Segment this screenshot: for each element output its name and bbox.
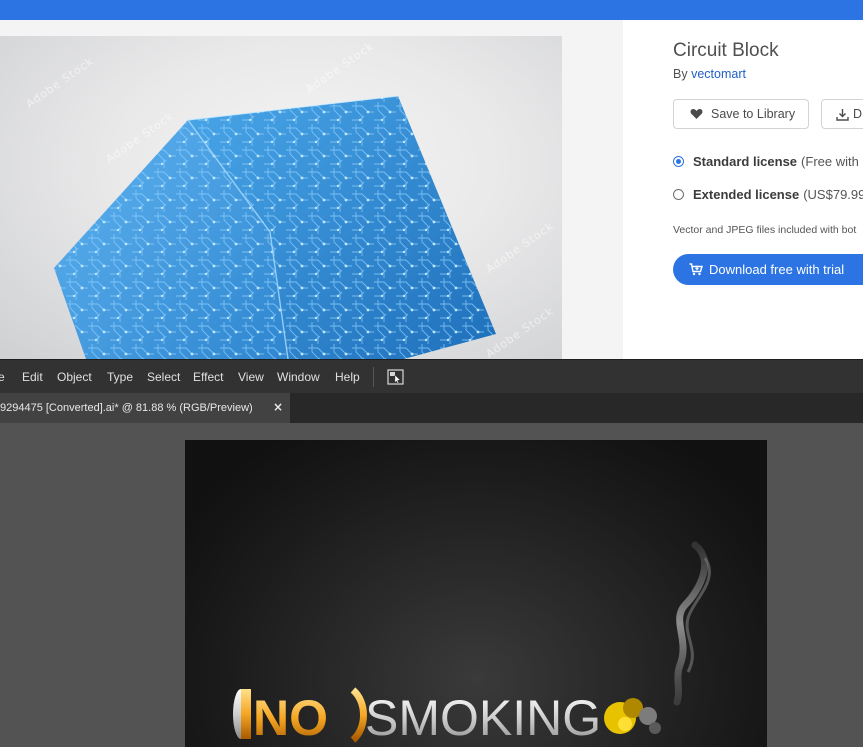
extended-license-price: (US$79.99) xyxy=(803,187,863,202)
extended-license-label: Extended license xyxy=(693,187,800,202)
download-free-trial-label: Download free with trial xyxy=(709,262,845,277)
heart-icon xyxy=(690,108,703,120)
canvas-area[interactable]: NO SMOKING xyxy=(0,423,863,747)
author-link[interactable]: vectomart xyxy=(691,67,746,81)
stock-asset-page: Adobe Stock Adobe Stock Adobe Stock Adob… xyxy=(0,20,863,359)
extended-license-radio[interactable] xyxy=(673,189,684,200)
standard-license-label: Standard license xyxy=(693,154,798,169)
download-icon xyxy=(836,108,849,121)
circuit-cube-illustration xyxy=(54,95,496,359)
menu-type[interactable]: Type xyxy=(107,370,133,384)
document-tab[interactable]: 9294475 [Converted].ai* @ 81.88 % (RGB/P… xyxy=(0,393,290,423)
menu-view[interactable]: View xyxy=(238,370,264,384)
illustrator-window: e Edit Object Type Select Effect View Wi… xyxy=(0,359,863,747)
document-tab-bar: 9294475 [Converted].ai* @ 81.88 % (RGB/P… xyxy=(0,393,863,423)
menu-object[interactable]: Object xyxy=(57,370,92,384)
top-nav-bar xyxy=(0,0,863,20)
close-tab-icon[interactable]: × xyxy=(273,400,283,414)
no-smoking-artwork: NO SMOKING xyxy=(233,541,711,746)
menu-file[interactable]: e xyxy=(0,370,5,384)
standard-license-radio[interactable] xyxy=(673,156,684,167)
save-to-library-label: Save to Library xyxy=(711,107,796,121)
artboard[interactable]: NO SMOKING xyxy=(185,440,767,747)
files-included-note: Vector and JPEG files included with bot xyxy=(673,224,857,236)
arrange-documents-icon[interactable] xyxy=(387,369,404,385)
download-free-trial-button[interactable]: Download free with trial xyxy=(673,254,863,285)
menu-bar: e Edit Object Type Select Effect View Wi… xyxy=(0,359,863,393)
menu-window[interactable]: Window xyxy=(277,370,320,384)
extended-license-option[interactable]: Extended license (US$79.99) xyxy=(673,187,863,202)
document-tab-title: 9294475 [Converted].ai* @ 81.88 % (RGB/P… xyxy=(0,402,253,414)
author-byline: By vectomart xyxy=(673,67,746,81)
cart-icon xyxy=(689,263,703,276)
download-preview-button[interactable]: D xyxy=(821,99,863,129)
artwork-no-text: NO xyxy=(253,690,328,746)
artwork-smoking-text: SMOKING xyxy=(365,690,601,746)
asset-preview-image[interactable]: Adobe Stock Adobe Stock Adobe Stock Adob… xyxy=(0,36,562,359)
menu-select[interactable]: Select xyxy=(147,370,180,384)
standard-license-option[interactable]: Standard license (Free with xyxy=(673,154,859,169)
asset-title: Circuit Block xyxy=(673,40,779,61)
by-label: By xyxy=(673,67,688,81)
menu-help[interactable]: Help xyxy=(335,370,360,384)
menu-effect[interactable]: Effect xyxy=(193,370,223,384)
menu-edit[interactable]: Edit xyxy=(22,370,43,384)
save-to-library-button[interactable]: Save to Library xyxy=(673,99,809,129)
menu-divider xyxy=(373,367,374,387)
download-preview-label: D xyxy=(853,107,863,121)
standard-license-note: (Free with xyxy=(801,154,859,169)
